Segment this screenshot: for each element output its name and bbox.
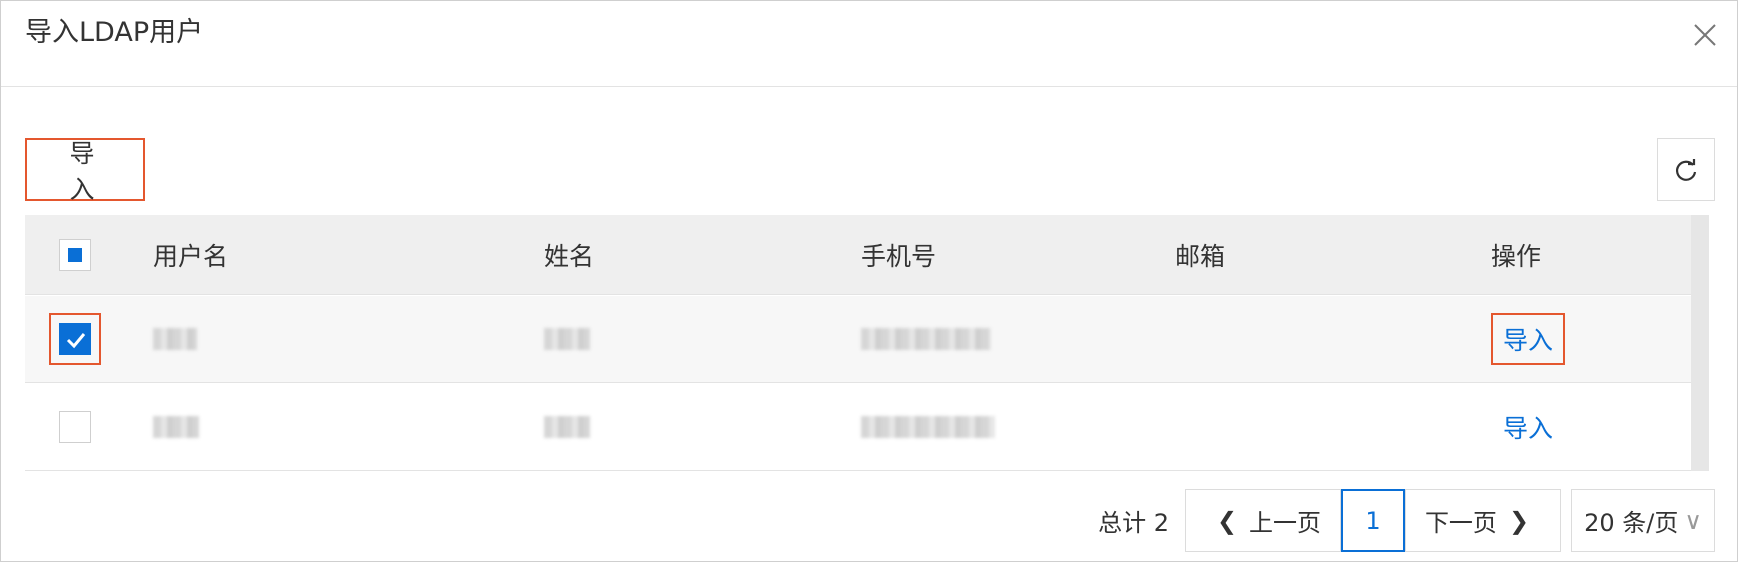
check-icon <box>66 333 86 349</box>
column-header-phone: 手机号 <box>861 241 937 271</box>
select-all-checkbox[interactable] <box>59 238 91 271</box>
page-size-label: 20 条/页 <box>1584 509 1679 537</box>
table-header: 用户名 姓名 手机号 邮箱 操作 <box>25 215 1709 295</box>
import-ldap-users-dialog: 导入LDAP用户 导 入 用户名 姓名 手机号 邮箱 操作 导入 导入 总计 2… <box>0 0 1738 562</box>
chevron-left-icon: ❮ <box>1216 506 1238 535</box>
chevron-right-icon: ❯ <box>1508 506 1530 535</box>
row-checkbox-highlight <box>49 313 101 365</box>
chevron-down-icon: ∨ <box>1684 506 1702 535</box>
column-header-username: 用户名 <box>153 241 229 271</box>
table-row: 导入 <box>25 384 1709 471</box>
dialog-title: 导入LDAP用户 <box>25 17 204 48</box>
redacted-phone <box>861 328 991 350</box>
import-row-link[interactable]: 导入 <box>1491 313 1566 365</box>
next-page-button[interactable]: 下一页 ❯ <box>1405 489 1561 552</box>
action-cell: 导入 <box>1491 384 1553 470</box>
refresh-button[interactable] <box>1657 138 1715 201</box>
phone-cell <box>861 384 995 470</box>
table-scrollbar[interactable] <box>1691 215 1709 471</box>
import-row-link[interactable]: 导入 <box>1491 409 1553 445</box>
close-icon[interactable] <box>1687 17 1723 53</box>
page-1-button[interactable]: 1 <box>1341 489 1405 552</box>
ldap-users-table: 用户名 姓名 手机号 邮箱 操作 导入 导入 <box>25 215 1709 471</box>
column-header-email: 邮箱 <box>1175 241 1226 271</box>
redacted-username <box>153 416 199 438</box>
redacted-name <box>544 416 590 438</box>
total-count: 总计 2 <box>1098 509 1169 537</box>
column-header-actions: 操作 <box>1491 241 1542 271</box>
row-select-cell <box>25 296 125 382</box>
import-button[interactable]: 导 入 <box>25 138 145 204</box>
prev-page-label: 上一页 <box>1249 509 1322 537</box>
dialog-header: 导入LDAP用户 <box>1 1 1737 87</box>
next-page-label: 下一页 <box>1424 509 1497 537</box>
row-checkbox[interactable] <box>59 411 91 443</box>
username-cell <box>153 384 199 470</box>
action-cell: 导入 <box>1491 296 1566 382</box>
username-cell <box>153 296 197 382</box>
column-header-name: 姓名 <box>544 241 595 271</box>
name-cell <box>544 384 590 470</box>
phone-cell <box>861 296 991 382</box>
table-row: 导入 <box>25 296 1709 383</box>
row-checkbox[interactable] <box>59 323 91 355</box>
redacted-phone <box>861 416 995 438</box>
redacted-username <box>153 328 197 350</box>
select-all-cell <box>25 215 125 294</box>
name-cell <box>544 296 590 382</box>
redacted-name <box>544 328 590 350</box>
page-size-select[interactable]: 20 条/页 ∨ <box>1571 489 1715 552</box>
refresh-icon <box>1675 158 1697 181</box>
prev-page-button[interactable]: ❮ 上一页 <box>1185 489 1341 552</box>
pagination: 总计 2 ❮ 上一页 1 下一页 ❯ 20 条/页 ∨ <box>1098 489 1715 552</box>
row-select-cell <box>25 384 125 470</box>
